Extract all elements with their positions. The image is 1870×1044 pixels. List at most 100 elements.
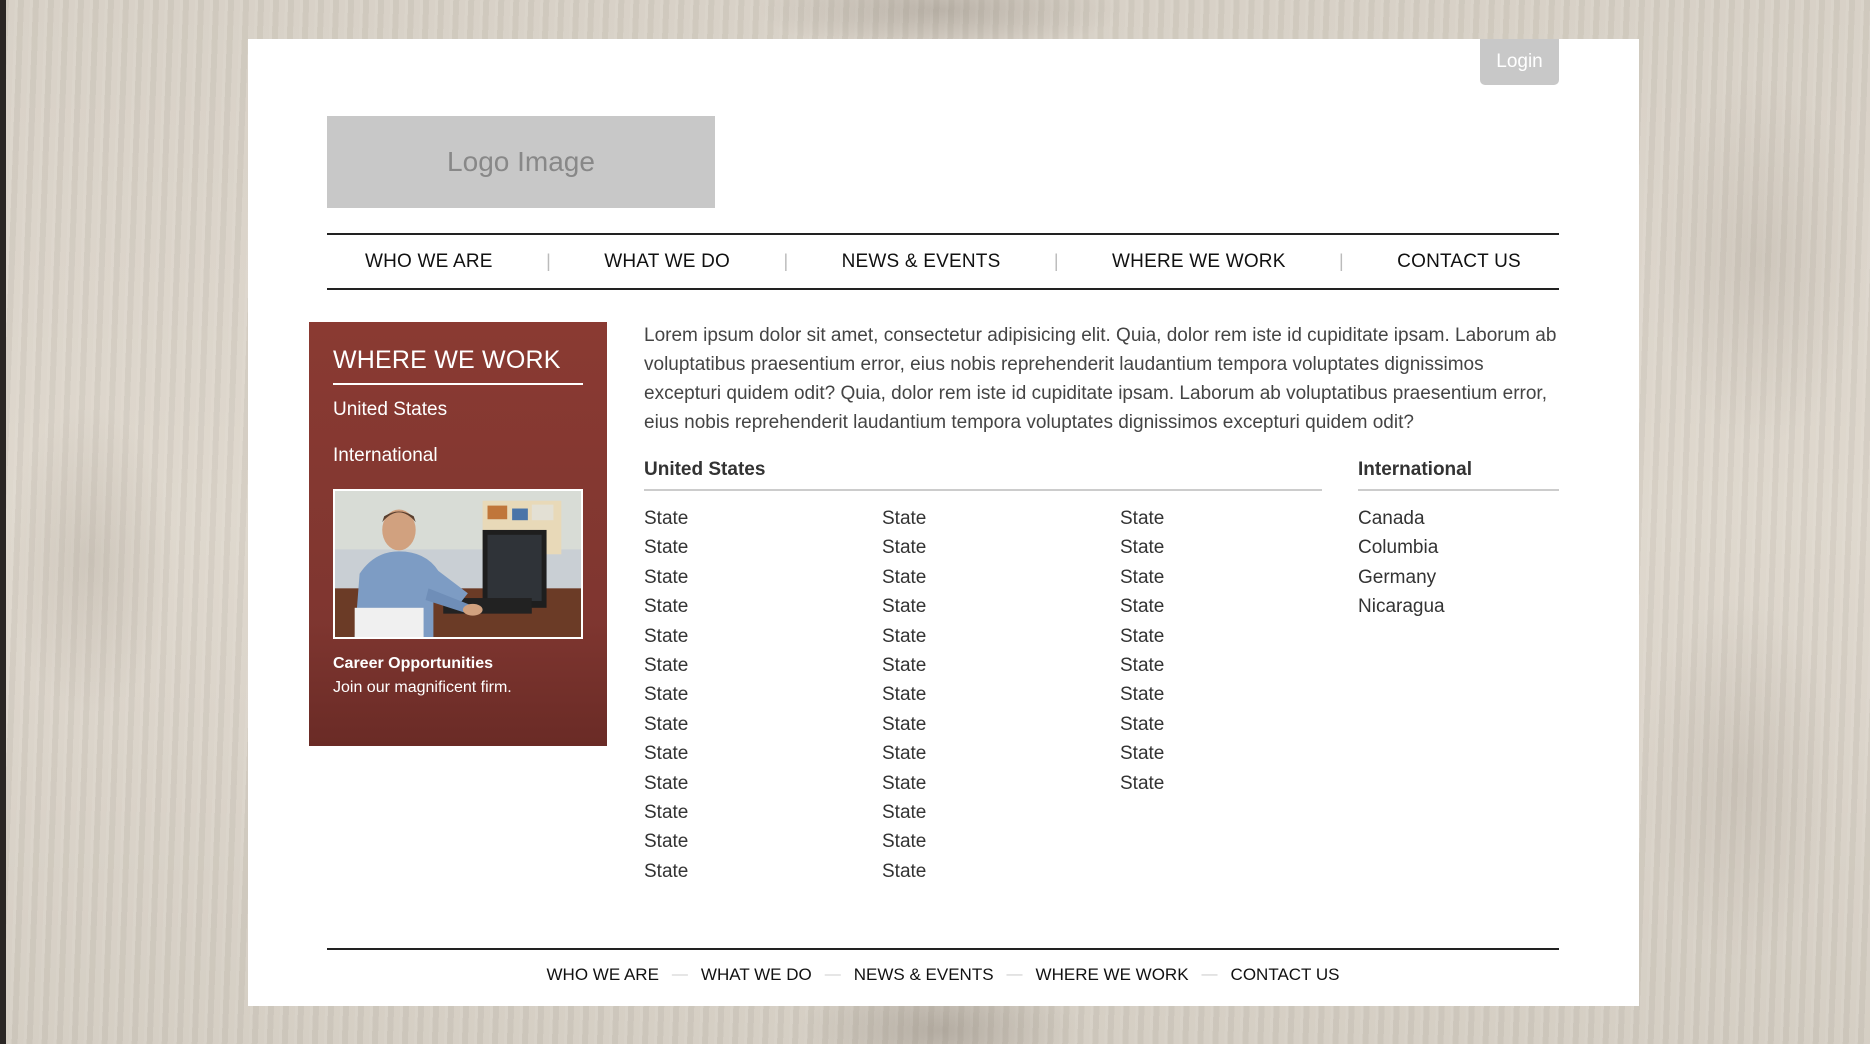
- state-link[interactable]: State: [882, 508, 926, 529]
- footer-link-news-events[interactable]: NEWS & EVENTS: [854, 965, 994, 985]
- logo-text: Logo Image: [447, 146, 595, 177]
- state-link[interactable]: State: [644, 861, 688, 882]
- footer-separator: —: [824, 966, 841, 983]
- list-item: State: [882, 563, 926, 592]
- state-link[interactable]: State: [882, 802, 926, 823]
- country-link-columbia[interactable]: Columbia: [1358, 537, 1438, 558]
- nav-separator: |: [783, 251, 789, 271]
- list-item: State: [882, 504, 926, 533]
- nav-item-who-we-are[interactable]: WHO WE ARE: [365, 251, 493, 273]
- state-link[interactable]: State: [882, 537, 926, 558]
- sidebar-title: WHERE WE WORK: [333, 346, 583, 385]
- list-item: State: [644, 769, 688, 798]
- footer-link-where-we-work[interactable]: WHERE WE WORK: [1036, 965, 1189, 985]
- us-states-column-3: State State State State State State Stat…: [1120, 504, 1164, 798]
- footer-separator: —: [1201, 966, 1218, 983]
- state-link[interactable]: State: [1120, 773, 1164, 794]
- intro-paragraph: Lorem ipsum dolor sit amet, consectetur …: [644, 325, 1557, 433]
- list-item: State: [882, 622, 926, 651]
- country-link-canada[interactable]: Canada: [1358, 508, 1425, 529]
- list-item: State: [882, 710, 926, 739]
- state-link[interactable]: State: [1120, 567, 1164, 588]
- state-link[interactable]: State: [882, 626, 926, 647]
- footer-separator: —: [671, 966, 688, 983]
- us-states-column-2: State State State State State State Stat…: [882, 504, 926, 886]
- state-link[interactable]: State: [644, 626, 688, 647]
- list-item: State: [1120, 622, 1164, 651]
- state-link[interactable]: State: [644, 802, 688, 823]
- state-link[interactable]: State: [882, 861, 926, 882]
- state-link[interactable]: State: [1120, 714, 1164, 735]
- sidebar-link-international[interactable]: International: [333, 445, 583, 467]
- nav-item-contact-us[interactable]: CONTACT US: [1397, 251, 1521, 273]
- state-link[interactable]: State: [882, 831, 926, 852]
- state-link[interactable]: State: [644, 743, 688, 764]
- list-item: State: [644, 622, 688, 651]
- list-item: State: [882, 769, 926, 798]
- state-link[interactable]: State: [644, 508, 688, 529]
- list-item: State: [1120, 504, 1164, 533]
- state-link[interactable]: State: [1120, 537, 1164, 558]
- list-item: State: [1120, 533, 1164, 562]
- list-item: State: [644, 533, 688, 562]
- list-item: State: [882, 827, 926, 856]
- list-item: State: [1120, 739, 1164, 768]
- nav-item-news-events[interactable]: NEWS & EVENTS: [842, 251, 1001, 273]
- sidebar: WHERE WE WORK United States Internationa…: [309, 322, 607, 746]
- country-link-nicaragua[interactable]: Nicaragua: [1358, 596, 1445, 617]
- state-link[interactable]: State: [882, 567, 926, 588]
- list-item: State: [1120, 651, 1164, 680]
- footer-link-what-we-do[interactable]: WHAT WE DO: [701, 965, 812, 985]
- main-nav: WHO WE ARE | WHAT WE DO | NEWS & EVENTS …: [327, 233, 1559, 290]
- list-item: State: [1120, 769, 1164, 798]
- nav-separator: |: [1339, 251, 1344, 271]
- career-photo[interactable]: [333, 489, 583, 639]
- state-link[interactable]: State: [644, 537, 688, 558]
- logo-image[interactable]: Logo Image: [327, 116, 715, 208]
- list-item: State: [882, 651, 926, 680]
- state-link[interactable]: State: [1120, 596, 1164, 617]
- state-link[interactable]: State: [1120, 743, 1164, 764]
- state-link[interactable]: State: [1120, 508, 1164, 529]
- state-link[interactable]: State: [644, 831, 688, 852]
- state-link[interactable]: State: [1120, 626, 1164, 647]
- state-link[interactable]: State: [644, 684, 688, 705]
- state-link[interactable]: State: [644, 773, 688, 794]
- state-link[interactable]: State: [882, 684, 926, 705]
- state-link[interactable]: State: [882, 655, 926, 676]
- list-item: State: [882, 680, 926, 709]
- list-item: State: [644, 680, 688, 709]
- career-title[interactable]: Career Opportunities: [333, 655, 583, 673]
- state-link[interactable]: State: [882, 714, 926, 735]
- list-item: State: [644, 798, 688, 827]
- window-edge: [0, 0, 6, 1044]
- nav-item-what-we-do[interactable]: WHAT WE DO: [604, 251, 730, 273]
- list-item: State: [644, 857, 688, 886]
- nav-separator: |: [1053, 251, 1059, 271]
- state-link[interactable]: State: [644, 596, 688, 617]
- nav-item-where-we-work[interactable]: WHERE WE WORK: [1112, 251, 1286, 273]
- footer-separator: —: [1006, 966, 1023, 983]
- international-heading: International: [1358, 459, 1559, 491]
- list-item: Germany: [1358, 563, 1445, 592]
- career-text: Join our magnificent firm.: [333, 679, 512, 696]
- state-link[interactable]: State: [644, 567, 688, 588]
- sidebar-link-united-states[interactable]: United States: [333, 399, 583, 421]
- footer-link-who-we-are[interactable]: WHO WE ARE: [547, 965, 659, 985]
- list-item: State: [1120, 592, 1164, 621]
- footer-link-contact-us[interactable]: CONTACT US: [1231, 965, 1340, 985]
- login-button[interactable]: Login: [1480, 39, 1559, 85]
- state-link[interactable]: State: [882, 773, 926, 794]
- state-link[interactable]: State: [644, 655, 688, 676]
- list-item: State: [1120, 563, 1164, 592]
- state-link[interactable]: State: [882, 743, 926, 764]
- state-link[interactable]: State: [1120, 655, 1164, 676]
- us-states-column-1: State State State State State State Stat…: [644, 504, 688, 886]
- list-item: State: [644, 827, 688, 856]
- list-item: Columbia: [1358, 533, 1445, 562]
- country-link-germany[interactable]: Germany: [1358, 567, 1436, 588]
- state-link[interactable]: State: [1120, 684, 1164, 705]
- page-container: Login Logo Image WHO WE ARE | WHAT WE DO…: [248, 39, 1639, 1006]
- state-link[interactable]: State: [644, 714, 688, 735]
- state-link[interactable]: State: [882, 596, 926, 617]
